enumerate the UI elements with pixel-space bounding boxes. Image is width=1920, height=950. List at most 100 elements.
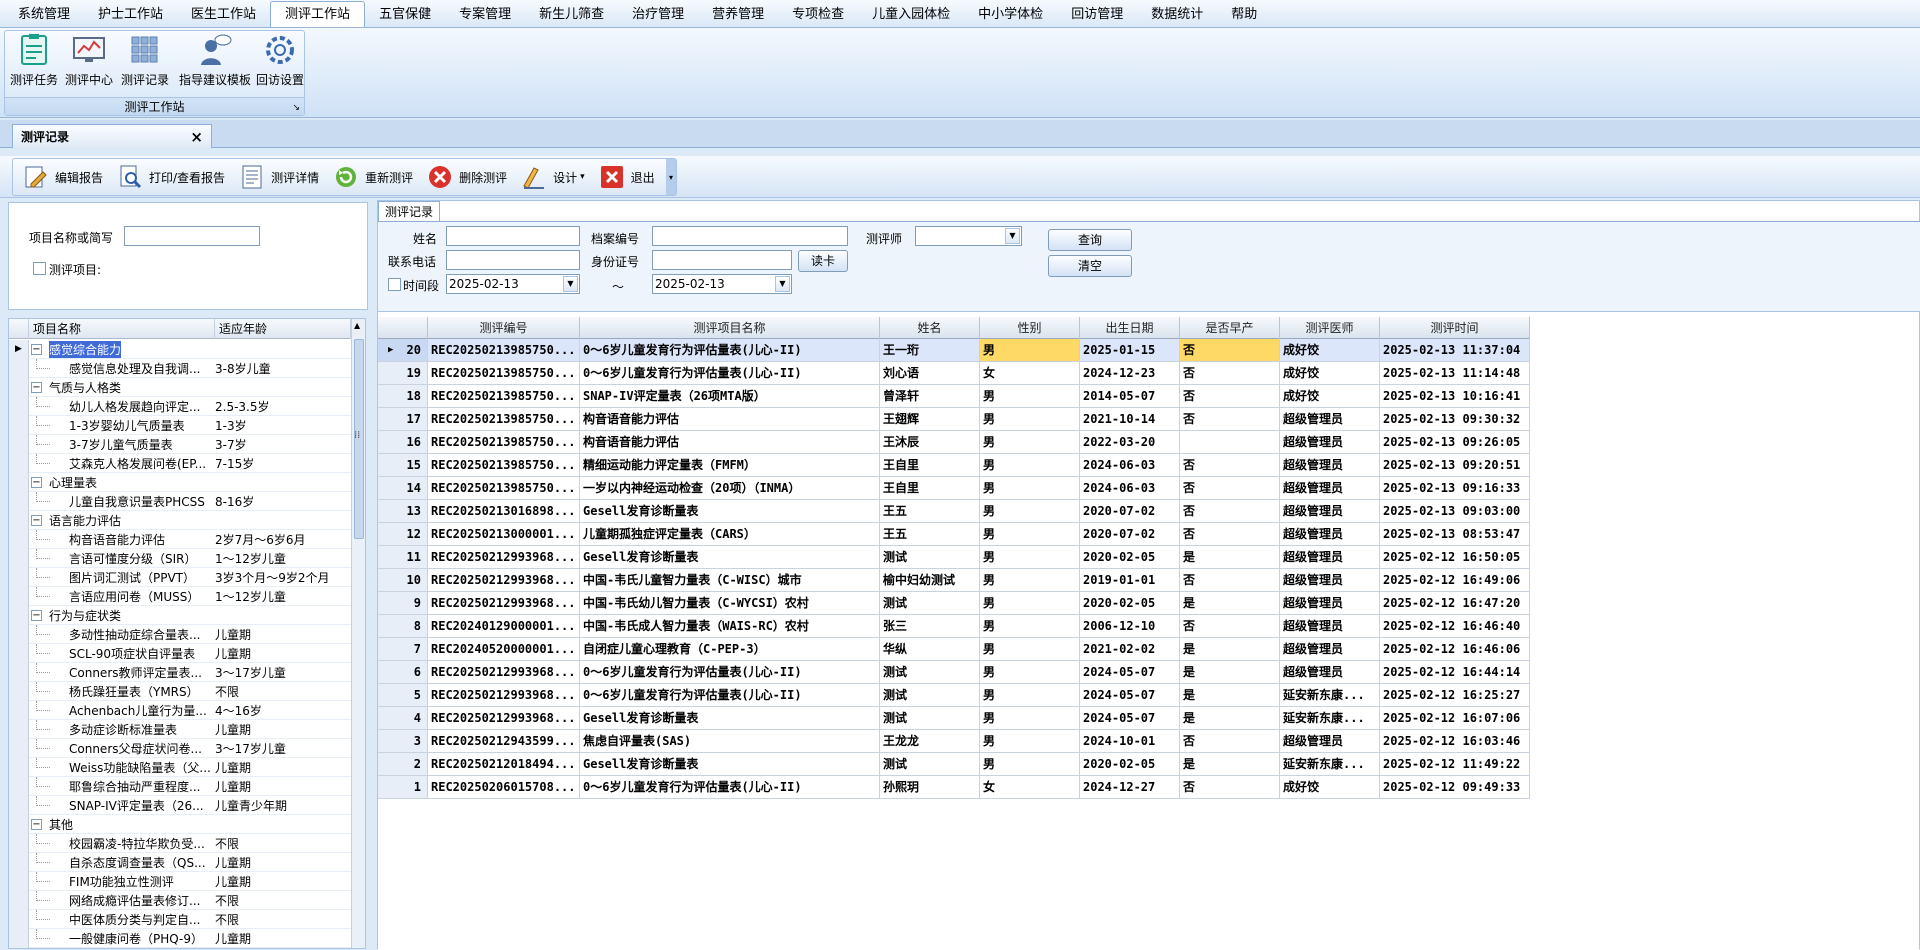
row-indicator-cell[interactable]: 18 bbox=[378, 385, 428, 408]
tree-category-row[interactable]: ▶ − 感觉综合能力 bbox=[9, 340, 351, 359]
period-checkbox[interactable] bbox=[388, 278, 401, 291]
table-row[interactable]: 16 REC20250213985750... 构音语音能力评估 王沐辰男 2022-0… bbox=[378, 431, 1530, 454]
menu-item[interactable]: 新生儿筛查 bbox=[525, 3, 618, 27]
cell-project-name[interactable]: 0～6岁儿童发育行为评估量表(儿心-II) bbox=[580, 776, 880, 799]
tree-header-name[interactable]: 项目名称 bbox=[29, 319, 215, 339]
cell-premature[interactable]: 是 bbox=[1180, 661, 1280, 684]
tree-item-row[interactable]: 幼儿人格发展趋向评定... 2.5-3.5岁 bbox=[9, 397, 351, 416]
cell-patient-name[interactable]: 孙熙玥 bbox=[880, 776, 980, 799]
cell-patient-name[interactable]: 王翅辉 bbox=[880, 408, 980, 431]
cell-premature[interactable]: 是 bbox=[1180, 592, 1280, 615]
grid-header-indicator[interactable] bbox=[378, 317, 428, 339]
cell-premature[interactable]: 是 bbox=[1180, 684, 1280, 707]
tree-category-row[interactable]: − 心理量表 bbox=[9, 473, 351, 492]
row-indicator-cell[interactable]: 1 bbox=[378, 776, 428, 799]
tree-item-row[interactable]: Conners父母症状问卷... 3～17岁儿童 bbox=[9, 739, 351, 758]
cell-assessment-time[interactable]: 2025-02-12 16:46:40 bbox=[1380, 615, 1530, 638]
table-row[interactable]: 5 REC20250212993968... 0～6岁儿童发育行为评估量表(儿心-I… bbox=[378, 684, 1530, 707]
tree-item-row[interactable]: SCL-90项症状自评量表 儿童期 bbox=[9, 644, 351, 663]
row-indicator-cell[interactable]: 8 bbox=[378, 615, 428, 638]
cell-premature[interactable] bbox=[1180, 431, 1280, 454]
cell-premature[interactable]: 否 bbox=[1180, 730, 1280, 753]
table-row[interactable]: 7 REC20240520000001... 自闭症儿童心理教育（C-PEP-3）华… bbox=[378, 638, 1530, 661]
cell-premature[interactable]: 否 bbox=[1180, 477, 1280, 500]
close-icon[interactable]: × bbox=[190, 128, 203, 146]
tree-item-row[interactable]: Weiss功能缺陷量表（父... 儿童期 bbox=[9, 758, 351, 777]
cell-assessment-no[interactable]: REC20250213000001... bbox=[428, 523, 580, 546]
file-no-input[interactable] bbox=[652, 226, 848, 246]
cell-birth-date[interactable]: 2024-05-07 bbox=[1080, 707, 1180, 730]
row-indicator-cell[interactable]: 7 bbox=[378, 638, 428, 661]
cell-physician[interactable]: 延安新东康... bbox=[1280, 707, 1380, 730]
cell-assessment-time[interactable]: 2025-02-12 16:49:06 bbox=[1380, 569, 1530, 592]
cell-assessment-no[interactable]: REC20250212943599... bbox=[428, 730, 580, 753]
cell-assessment-no[interactable]: REC20250212018494... bbox=[428, 753, 580, 776]
menu-item[interactable]: 测评工作站 bbox=[270, 1, 366, 27]
id-card-input[interactable] bbox=[652, 250, 792, 270]
tree-item-row[interactable]: FIM功能独立性测评 儿童期 bbox=[9, 872, 351, 891]
cell-gender[interactable]: 男 bbox=[980, 615, 1080, 638]
cell-project-name[interactable]: Gesell发育诊断量表 bbox=[580, 546, 880, 569]
cell-physician[interactable]: 超级管理员 bbox=[1280, 661, 1380, 684]
row-indicator-cell[interactable]: 15 bbox=[378, 454, 428, 477]
cell-premature[interactable]: 否 bbox=[1180, 776, 1280, 799]
menu-item[interactable]: 数据统计 bbox=[1137, 3, 1217, 27]
menu-item[interactable]: 治疗管理 bbox=[618, 3, 698, 27]
cell-birth-date[interactable]: 2024-05-07 bbox=[1080, 661, 1180, 684]
collapse-icon[interactable]: − bbox=[31, 477, 42, 488]
cell-patient-name[interactable]: 王沐辰 bbox=[880, 431, 980, 454]
collapse-icon[interactable]: − bbox=[31, 819, 42, 830]
cell-gender[interactable]: 男 bbox=[980, 753, 1080, 776]
cell-project-name[interactable]: 中国-韦氏幼儿智力量表（C-WYCSI）农村 bbox=[580, 592, 880, 615]
cell-physician[interactable]: 超级管理员 bbox=[1280, 615, 1380, 638]
cell-assessment-time[interactable]: 2025-02-13 11:37:04 bbox=[1380, 339, 1530, 362]
cell-patient-name[interactable]: 测试 bbox=[880, 684, 980, 707]
tree-item-row[interactable]: Conners教师评定量表... 3～17岁儿童 bbox=[9, 663, 351, 682]
tree-item-row[interactable]: Achenbach儿童行为量... 4～16岁 bbox=[9, 701, 351, 720]
row-indicator-cell[interactable]: 13 bbox=[378, 500, 428, 523]
cell-gender[interactable]: 男 bbox=[980, 592, 1080, 615]
menu-item[interactable]: 医生工作站 bbox=[177, 3, 270, 27]
menu-item[interactable]: 专案管理 bbox=[445, 3, 525, 27]
cell-premature[interactable]: 否 bbox=[1180, 339, 1280, 362]
row-indicator-cell[interactable]: ▶ 20 bbox=[378, 339, 428, 362]
tree-item-row[interactable]: 校园霸凌-特拉华欺负受... 不限 bbox=[9, 834, 351, 853]
cell-premature[interactable]: 是 bbox=[1180, 753, 1280, 776]
cell-assessment-time[interactable]: 2025-02-13 09:16:33 bbox=[1380, 477, 1530, 500]
table-row[interactable]: 1 REC20250206015708... 0～6岁儿童发育行为评估量表(儿心-I… bbox=[378, 776, 1530, 799]
cell-project-name[interactable]: 0～6岁儿童发育行为评估量表(儿心-II) bbox=[580, 684, 880, 707]
table-row[interactable]: 12 REC20250213000001... 儿童期孤独症评定量表（CARS） 王五… bbox=[378, 523, 1530, 546]
cell-assessment-no[interactable]: REC20250213985750... bbox=[428, 408, 580, 431]
cell-assessment-time[interactable]: 2025-02-13 09:30:32 bbox=[1380, 408, 1530, 431]
cell-gender[interactable]: 男 bbox=[980, 661, 1080, 684]
tree-category-row[interactable]: − 语言能力评估 bbox=[9, 511, 351, 530]
cell-gender[interactable]: 女 bbox=[980, 362, 1080, 385]
menu-item[interactable]: 帮助 bbox=[1217, 3, 1271, 27]
menu-item[interactable]: 儿童入园体检 bbox=[858, 3, 964, 27]
cell-physician[interactable]: 超级管理员 bbox=[1280, 546, 1380, 569]
cell-physician[interactable]: 超级管理员 bbox=[1280, 569, 1380, 592]
cell-physician[interactable]: 成好饺 bbox=[1280, 385, 1380, 408]
query-button[interactable]: 查询 bbox=[1048, 229, 1132, 251]
tree-item-row[interactable]: 感觉信息处理及自我调... 3-8岁儿童 bbox=[9, 359, 351, 378]
tree-item-row[interactable]: 艾森克人格发展问卷(EP... 7-15岁 bbox=[9, 454, 351, 473]
cell-birth-date[interactable]: 2020-02-05 bbox=[1080, 546, 1180, 569]
cell-assessment-time[interactable]: 2025-02-12 16:07:06 bbox=[1380, 707, 1530, 730]
grid-header-assessment-time[interactable]: 测评时间 bbox=[1380, 317, 1530, 339]
cell-project-name[interactable]: 0～6岁儿童发育行为评估量表(儿心-II) bbox=[580, 661, 880, 684]
cell-physician[interactable]: 延安新东康... bbox=[1280, 753, 1380, 776]
cell-assessment-no[interactable]: REC20240520000001... bbox=[428, 638, 580, 661]
menu-item[interactable]: 专项检查 bbox=[778, 3, 858, 27]
cell-project-name[interactable]: 构音语音能力评估 bbox=[580, 408, 880, 431]
cell-premature[interactable]: 是 bbox=[1180, 638, 1280, 661]
cell-birth-date[interactable]: 2021-02-02 bbox=[1080, 638, 1180, 661]
cell-gender[interactable]: 男 bbox=[980, 477, 1080, 500]
menu-item[interactable]: 回访管理 bbox=[1057, 3, 1137, 27]
cell-patient-name[interactable]: 王龙龙 bbox=[880, 730, 980, 753]
toolbar-overflow-icon[interactable]: ▾ bbox=[666, 159, 676, 195]
cell-gender[interactable]: 女 bbox=[980, 776, 1080, 799]
cell-assessment-time[interactable]: 2025-02-13 09:26:05 bbox=[1380, 431, 1530, 454]
tree-item-row[interactable]: 言语应用问卷（MUSS） 1～12岁儿童 bbox=[9, 587, 351, 606]
cell-patient-name[interactable]: 测试 bbox=[880, 661, 980, 684]
date-to-picker[interactable]: 2025-02-13 ▼ bbox=[652, 274, 792, 294]
